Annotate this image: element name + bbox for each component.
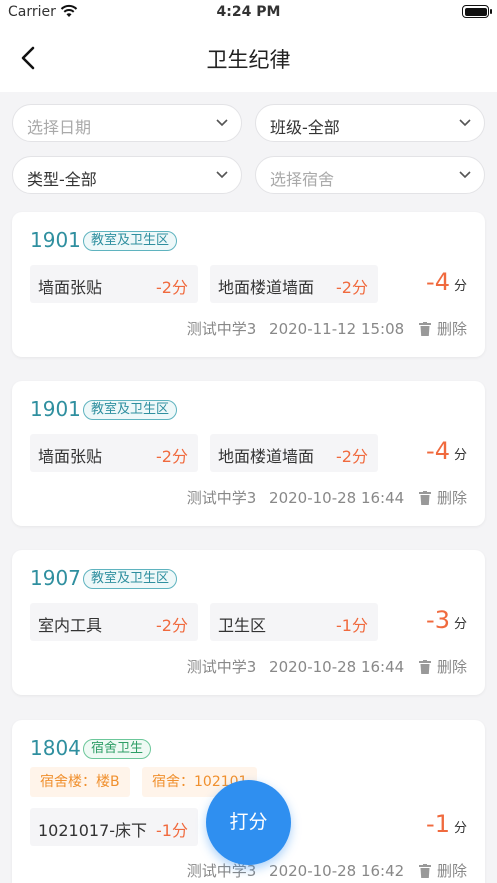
clock: 4:24 PM: [216, 4, 281, 20]
deduction-name: 1021017-床下: [38, 821, 148, 840]
total-unit: 分: [453, 279, 467, 294]
record-datetime: 2020-11-12 15:08: [269, 320, 405, 338]
total-number: -1: [426, 810, 450, 838]
record-card[interactable]: 1901 教室及卫生区 墙面张贴 -2分 地面楼道墙面 -2分 -4 分 测试中学…: [12, 212, 485, 357]
deduction-name: 墙面张贴: [38, 278, 103, 297]
delete-button[interactable]: 删除: [418, 656, 467, 677]
delete-label: 删除: [436, 320, 467, 338]
class-number: 1901: [30, 397, 81, 421]
total-score: -1 分: [426, 810, 467, 838]
deduction-item: 卫生区 -1分: [210, 603, 378, 641]
date-filter[interactable]: 选择日期: [12, 104, 242, 142]
class-filter-label: 班级-全部: [270, 118, 340, 137]
record-meta: 测试中学3 2020-10-28 16:44 删除: [187, 656, 467, 677]
deduction-item: 室内工具 -2分: [30, 603, 198, 641]
total-number: -4: [426, 268, 450, 296]
total-score: -4 分: [426, 437, 467, 465]
chevron-down-icon: [459, 119, 471, 127]
record-card[interactable]: 1907 教室及卫生区 室内工具 -2分 卫生区 -1分 -3 分 测试中学3 2…: [12, 550, 485, 695]
delete-button[interactable]: 删除: [418, 860, 467, 881]
type-filter[interactable]: 类型-全部: [12, 156, 242, 194]
type-filter-label: 类型-全部: [27, 170, 97, 189]
school-name: 测试中学3: [186, 489, 257, 507]
trash-icon: [418, 660, 431, 674]
deduction-item: 地面楼道墙面 -2分: [210, 434, 378, 472]
deduction-score: -1分: [156, 821, 188, 840]
total-number: -4: [426, 437, 450, 465]
chevron-down-icon: [459, 171, 471, 179]
delete-label: 删除: [436, 658, 467, 676]
record-meta: 测试中学3 2020-11-12 15:08 删除: [187, 318, 467, 339]
deduction-item: 墙面张贴 -2分: [30, 434, 198, 472]
record-datetime: 2020-10-28 16:42: [269, 862, 405, 880]
deduction-name: 墙面张贴: [38, 447, 103, 466]
status-bar: Carrier 4:24 PM: [0, 0, 497, 26]
school-name: 测试中学3: [186, 658, 257, 676]
deduction-score: -2分: [336, 447, 368, 466]
chevron-down-icon: [216, 171, 228, 179]
total-number: -3: [426, 606, 450, 634]
delete-button[interactable]: 删除: [418, 487, 467, 508]
category-tag: 教室及卫生区: [83, 231, 178, 251]
class-number: 1804: [30, 736, 81, 760]
delete-button[interactable]: 删除: [418, 318, 467, 339]
battery-icon: [462, 5, 492, 18]
record-card[interactable]: 1901 教室及卫生区 墙面张贴 -2分 地面楼道墙面 -2分 -4 分 测试中学…: [12, 381, 485, 526]
category-tag: 教室及卫生区: [83, 569, 178, 589]
deduction-score: -2分: [156, 278, 188, 297]
deduction-item: 1021017-床下 -1分: [30, 808, 198, 846]
dorm-building-tag: 宿舍楼：楼B: [30, 767, 130, 797]
deduction-score: -1分: [336, 616, 368, 635]
deduction-name: 地面楼道墙面: [218, 278, 315, 297]
category-tag: 宿舍卫生: [83, 739, 152, 759]
class-number: 1907: [30, 566, 81, 590]
record-meta: 测试中学3 2020-10-28 16:42 删除: [187, 860, 467, 881]
deduction-name: 卫生区: [218, 616, 267, 635]
record-meta: 测试中学3 2020-10-28 16:44 删除: [187, 487, 467, 508]
deduction-score: -2分: [336, 278, 368, 297]
total-unit: 分: [453, 617, 467, 632]
delete-label: 删除: [436, 489, 467, 507]
page-title: 卫生纪律: [206, 48, 291, 72]
nav-bar: 卫生纪律: [0, 26, 497, 92]
date-filter-label: 选择日期: [27, 118, 92, 137]
category-tag: 教室及卫生区: [83, 400, 178, 420]
class-number: 1901: [30, 228, 81, 252]
deduction-item: 墙面张贴 -2分: [30, 265, 198, 303]
trash-icon: [418, 322, 431, 336]
deduction-score: -2分: [156, 447, 188, 466]
school-name: 测试中学3: [186, 320, 257, 338]
dorm-filter-label: 选择宿舍: [270, 170, 335, 189]
total-unit: 分: [453, 448, 467, 463]
class-filter[interactable]: 班级-全部: [255, 104, 485, 142]
deduction-score: -2分: [156, 616, 188, 635]
deduction-item: 地面楼道墙面 -2分: [210, 265, 378, 303]
dorm-filter[interactable]: 选择宿舍: [255, 156, 485, 194]
deduction-name: 地面楼道墙面: [218, 447, 315, 466]
total-score: -4 分: [426, 268, 467, 296]
score-button[interactable]: 打分: [206, 780, 291, 865]
chevron-down-icon: [216, 119, 228, 127]
delete-label: 删除: [436, 862, 467, 880]
deduction-name: 室内工具: [38, 616, 103, 635]
trash-icon: [418, 491, 431, 505]
total-unit: 分: [453, 821, 467, 836]
total-score: -3 分: [426, 606, 467, 634]
trash-icon: [418, 864, 431, 878]
record-datetime: 2020-10-28 16:44: [269, 489, 405, 507]
record-datetime: 2020-10-28 16:44: [269, 658, 405, 676]
